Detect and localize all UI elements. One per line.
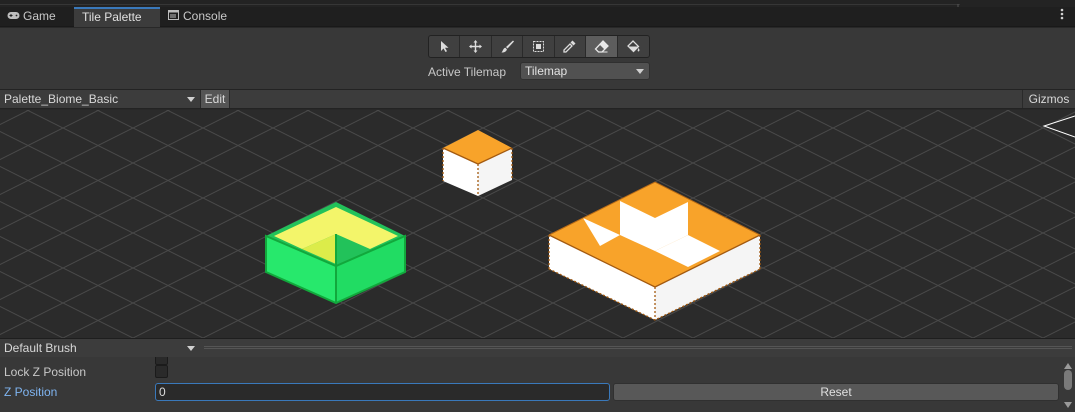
palette-scene-canvas[interactable]: [0, 110, 1075, 338]
tab-game-label: Game: [23, 9, 56, 23]
tab-console[interactable]: Console: [160, 7, 242, 27]
tab-game[interactable]: Game: [0, 7, 74, 27]
cursor-arrow-icon: [440, 41, 449, 52]
palette-name: Palette_Biome_Basic: [4, 92, 119, 106]
box-fill-tool-button[interactable]: [523, 36, 555, 57]
gizmos-toggle-button[interactable]: Gizmos: [1022, 90, 1075, 108]
paint-tool-button[interactable]: [492, 36, 524, 57]
move-tool-button[interactable]: [460, 36, 492, 57]
tab-tile-palette-label: Tile Palette: [82, 10, 142, 24]
brush-name: Default Brush: [4, 341, 77, 355]
move-arrows-icon: [469, 40, 483, 53]
scrollbar-thumb[interactable]: [1064, 370, 1072, 390]
palette-scene-view[interactable]: [0, 110, 1075, 338]
select-tool-button[interactable]: [429, 36, 461, 57]
tab-tile-palette[interactable]: Tile Palette: [74, 7, 160, 27]
tab-bar: Game Tile Palette Console: [0, 7, 1075, 27]
active-tilemap-dropdown[interactable]: Tilemap: [520, 62, 650, 80]
scroll-down-icon[interactable]: [1063, 398, 1073, 408]
brush-icon: [501, 40, 514, 53]
z-position-label: Z Position: [4, 385, 58, 399]
tile-toolbar: [428, 35, 650, 58]
palette-dropdown[interactable]: Palette_Biome_Basic: [0, 90, 200, 108]
eyedropper-icon: [563, 40, 576, 53]
more-options-icon[interactable]: [1055, 7, 1069, 27]
chevron-down-icon: [187, 346, 195, 351]
fill-tool-button[interactable]: [618, 36, 649, 57]
lock-z-position-label: Lock Z Position: [4, 365, 87, 379]
paint-bucket-icon: [626, 40, 640, 53]
edit-palette-button[interactable]: Edit: [200, 90, 230, 108]
pick-tool-button[interactable]: [555, 36, 587, 57]
gamepad-icon: [6, 8, 20, 27]
scroll-up-icon[interactable]: [1063, 359, 1073, 369]
panel-splitter[interactable]: [204, 346, 1072, 349]
isometric-grid: [0, 110, 1075, 338]
reset-button[interactable]: Reset: [613, 383, 1059, 401]
tab-console-label: Console: [183, 9, 228, 23]
brush-dropdown[interactable]: Default Brush: [0, 339, 200, 357]
erase-tool-button[interactable]: [586, 36, 618, 57]
active-tilemap-label: Active Tilemap: [428, 65, 507, 79]
z-position-input[interactable]: 0: [155, 383, 610, 401]
top-scene-strip: [0, 0, 1075, 7]
active-tilemap-value: Tilemap: [525, 64, 568, 78]
hidden-row-checkbox[interactable]: [155, 357, 168, 365]
console-icon: [166, 8, 180, 27]
chevron-down-icon: [187, 97, 195, 102]
lock-z-position-checkbox[interactable]: [155, 365, 168, 378]
chevron-down-icon: [636, 69, 644, 74]
box-fill-icon: [533, 41, 545, 52]
eraser-icon: [594, 40, 609, 53]
